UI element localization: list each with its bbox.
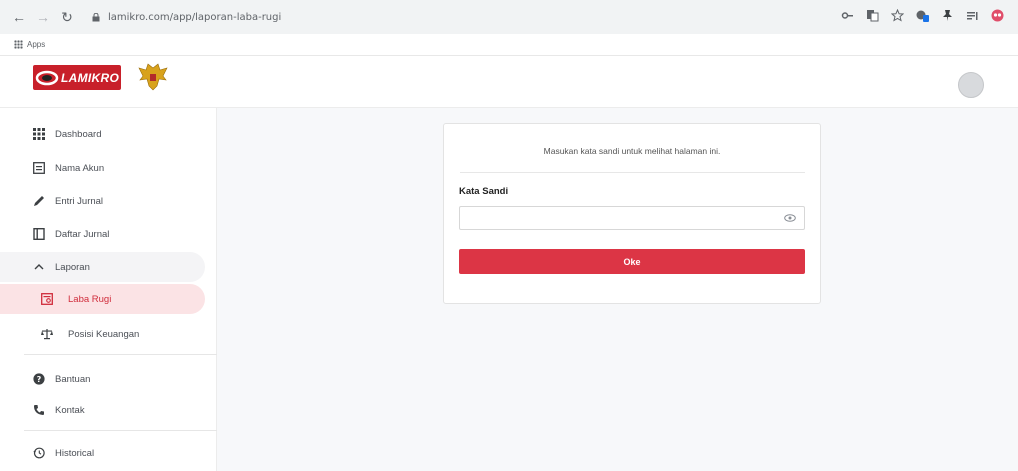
phone-icon	[32, 403, 46, 417]
svg-text:?: ?	[37, 375, 42, 384]
sidebar-item-label: Nama Akun	[55, 162, 105, 174]
sidebar-item-historical[interactable]: Historical	[0, 438, 205, 468]
logo-text: LAMIKRO	[61, 70, 120, 85]
sidebar-item-label: Historical	[55, 447, 95, 459]
profile-avatar-icon[interactable]	[991, 9, 1004, 22]
extension-shield-icon[interactable]	[916, 9, 929, 22]
grid-icon	[32, 127, 46, 141]
apps-grid-icon[interactable]	[14, 40, 23, 49]
password-label: Kata Sandi	[459, 186, 509, 197]
sidebar-item-dashboard[interactable]: Dashboard	[0, 119, 205, 149]
url-text: lamikro.com/app/laporan-laba-rugi	[108, 11, 282, 23]
sidebar-item-label: Laporan	[55, 261, 90, 273]
sidebar-item-laporan[interactable]: Laporan	[0, 252, 205, 282]
sidebar-item-daftar-jurnal[interactable]: Daftar Jurnal	[0, 219, 205, 249]
password-prompt-message: Masukan kata sandi untuk melihat halaman…	[543, 146, 721, 156]
book-icon	[32, 227, 46, 241]
sidebar-item-posisi-keuangan[interactable]: Posisi Keuangan	[0, 319, 205, 349]
browser-toolbar: ← → ↻ lamikro.com/app/laporan-laba-rugi	[0, 0, 1018, 34]
chevron-up-icon	[32, 260, 46, 274]
eye-icon[interactable]	[784, 213, 796, 223]
sidebar: Dashboard Nama Akun Entri Jurnal Daftar …	[0, 108, 217, 471]
user-avatar[interactable]	[958, 72, 984, 98]
sidebar-item-label: Laba Rugi	[68, 293, 112, 305]
sidebar-item-label: Entri Jurnal	[55, 195, 104, 207]
pin-icon[interactable]	[941, 9, 954, 22]
sidebar-item-label: Dashboard	[55, 128, 102, 140]
sidebar-item-bantuan[interactable]: ? Bantuan	[0, 364, 205, 394]
sidebar-item-laba-rugi[interactable]: Laba Rugi	[0, 284, 205, 314]
reload-icon[interactable]: ↻	[58, 8, 76, 26]
sidebar-item-label: Bantuan	[55, 373, 91, 385]
apps-bookmark[interactable]: Apps	[27, 40, 45, 49]
password-input[interactable]	[459, 206, 805, 230]
translate-icon[interactable]	[866, 9, 879, 22]
sidebar-item-kontak[interactable]: Kontak	[0, 395, 205, 425]
address-bar[interactable]: lamikro.com/app/laporan-laba-rugi	[92, 7, 281, 27]
logo-swoosh-icon	[35, 70, 59, 85]
bookmarks-bar: Apps	[0, 34, 1018, 56]
history-icon	[32, 446, 46, 460]
lock-icon	[92, 12, 100, 21]
reading-list-icon[interactable]	[966, 9, 979, 22]
star-icon[interactable]	[890, 8, 905, 22]
forward-icon[interactable]: →	[34, 8, 52, 26]
lamikro-logo[interactable]: LAMIKRO	[33, 65, 121, 90]
garuda-emblem-icon	[138, 63, 168, 91]
sidebar-item-nama-akun[interactable]: Nama Akun	[0, 153, 205, 183]
submit-button[interactable]: Oke	[459, 249, 805, 274]
report-icon	[40, 292, 54, 306]
pencil-icon	[32, 194, 46, 208]
key-icon[interactable]	[841, 9, 854, 22]
password-card: Masukan kata sandi untuk melihat halaman…	[443, 123, 821, 304]
sidebar-item-label: Daftar Jurnal	[55, 228, 110, 240]
back-icon[interactable]: ←	[10, 8, 28, 26]
sidebar-item-label: Kontak	[55, 404, 85, 416]
sidebar-item-label: Posisi Keuangan	[68, 328, 140, 340]
scale-icon	[40, 327, 54, 341]
card-divider	[460, 172, 805, 173]
help-icon: ?	[32, 372, 46, 386]
sidebar-divider	[24, 430, 217, 431]
list-icon	[32, 161, 46, 175]
sidebar-divider	[24, 354, 217, 355]
sidebar-item-entri-jurnal[interactable]: Entri Jurnal	[0, 186, 205, 216]
